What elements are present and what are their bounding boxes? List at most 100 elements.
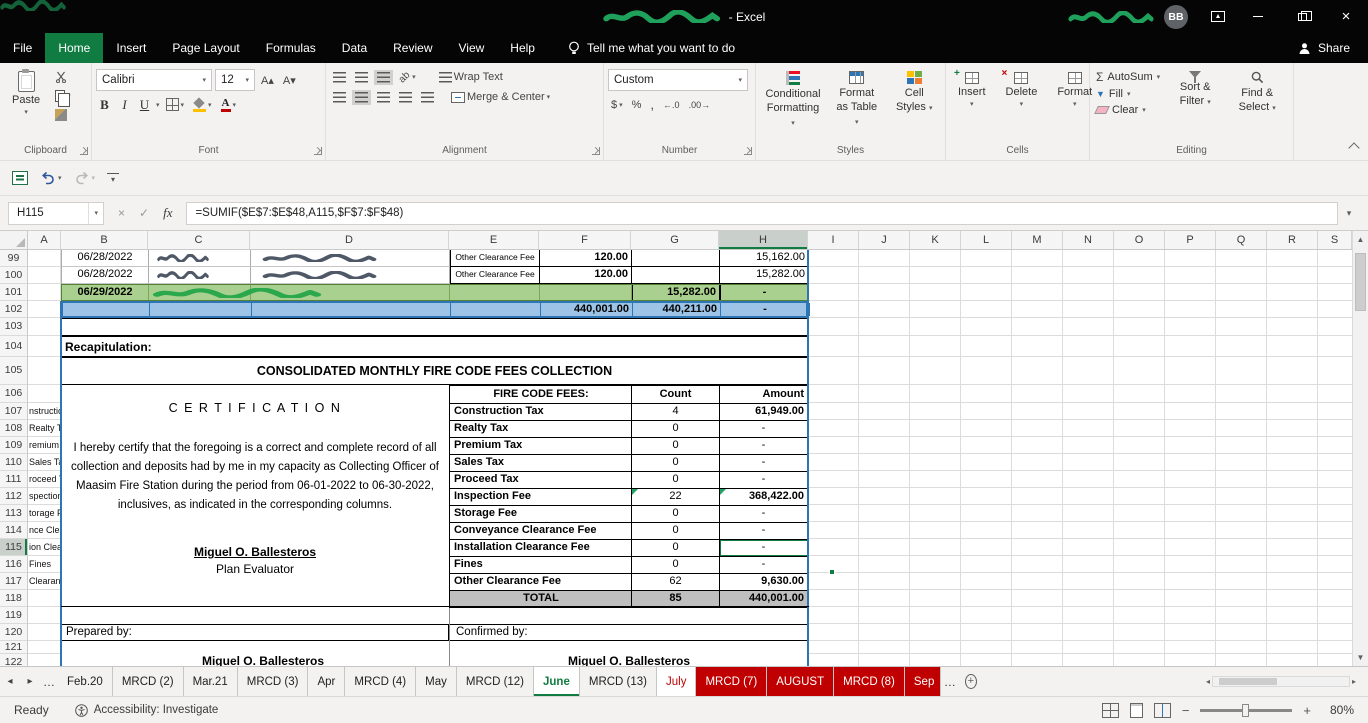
column-header-O[interactable]: O <box>1114 231 1165 249</box>
font-dialog-launcher[interactable] <box>314 147 322 155</box>
row-header-113[interactable]: 113 <box>0 505 27 522</box>
sheet-tab-mar-21[interactable]: Mar.21 <box>184 667 238 696</box>
row-header-111[interactable]: 111 <box>0 471 27 488</box>
expand-formula-bar-button[interactable]: ▾ <box>1338 208 1360 219</box>
scroll-right-arrow[interactable]: ▸ <box>1352 677 1356 686</box>
sheet-tab-mrcd-7-[interactable]: MRCD (7) <box>696 667 768 696</box>
ribbon-tab-formulas[interactable]: Formulas <box>253 33 329 63</box>
cell-styles-button[interactable]: Cell Styles ▾ <box>888 67 942 129</box>
sheet-tab-mrcd-3-[interactable]: MRCD (3) <box>238 667 309 696</box>
merge-center-button[interactable]: Merge & Center ▾ <box>448 89 553 105</box>
fee-row-count[interactable]: 0 <box>632 540 720 557</box>
row-header-108[interactable]: 108 <box>0 420 27 437</box>
cell-B100[interactable]: 06/28/2022 <box>62 267 149 284</box>
more-sheets-right-button[interactable]: … <box>941 667 959 696</box>
fee-row-count[interactable]: 4 <box>632 404 720 421</box>
fee-row-amount[interactable]: - <box>720 421 809 438</box>
cell-F99[interactable]: 120.00 <box>540 250 632 267</box>
increase-font-size-button[interactable]: A▴ <box>258 72 277 89</box>
cell-G101[interactable]: 15,282.00 <box>632 285 720 300</box>
cell-D102[interactable] <box>252 303 451 316</box>
decrease-font-size-button[interactable]: A▾ <box>280 72 299 89</box>
comma-style-button[interactable]: , <box>647 95 657 114</box>
fee-row-amount[interactable]: - <box>720 472 809 489</box>
fee-row-amount[interactable]: - <box>720 438 809 455</box>
row-header-117[interactable]: 117 <box>0 573 27 590</box>
fee-row-amount[interactable]: - <box>720 506 809 523</box>
fee-row-count[interactable]: 0 <box>632 523 720 540</box>
copy-button[interactable]: ▾ <box>52 88 74 107</box>
ribbon-tab-review[interactable]: Review <box>380 33 445 63</box>
cell-G102[interactable]: 440,211.00 <box>633 303 721 316</box>
row-header-100[interactable]: 100 <box>0 267 27 284</box>
column-header-L[interactable]: L <box>961 231 1012 249</box>
middle-align-button[interactable] <box>352 70 371 85</box>
sheet-tab-august[interactable]: AUGUST <box>767 667 835 696</box>
number-format-select[interactable]: Custom ▾ <box>608 69 748 91</box>
row-header-109[interactable]: 109 <box>0 437 27 454</box>
sheet-tab-july[interactable]: July <box>657 667 697 696</box>
underline-button[interactable]: U <box>136 97 153 113</box>
percent-style-button[interactable]: % <box>629 97 645 113</box>
zoom-slider[interactable] <box>1200 703 1293 717</box>
font-color-button[interactable]: A ▾ <box>218 95 239 114</box>
row-header-120[interactable]: 120 <box>0 624 27 641</box>
recapitulation-cell[interactable]: Recapitulation: <box>61 336 808 357</box>
confirmed-by-cell[interactable]: Confirmed by: <box>449 624 808 641</box>
ribbon-tab-help[interactable]: Help <box>497 33 548 63</box>
row-header-119[interactable]: 119 <box>0 607 27 624</box>
column-header-D[interactable]: D <box>250 231 449 249</box>
accounting-format-button[interactable]: $ ▾ <box>608 97 626 113</box>
new-sheet-button[interactable]: + <box>959 667 983 696</box>
fee-row-count[interactable]: 0 <box>632 438 720 455</box>
decrease-indent-button[interactable] <box>396 90 415 105</box>
share-button[interactable]: Share <box>1298 41 1350 55</box>
row-header-103[interactable]: 103 <box>0 318 27 336</box>
column-header-K[interactable]: K <box>910 231 961 249</box>
row-header-114[interactable]: 114 <box>0 522 27 539</box>
fee-row-count[interactable]: 0 <box>632 557 720 574</box>
vertical-scroll-thumb[interactable] <box>1355 253 1366 311</box>
row-header-112[interactable]: 112 <box>0 488 27 505</box>
fill-handle[interactable] <box>829 569 835 575</box>
column-header-J[interactable]: J <box>859 231 910 249</box>
column-header-B[interactable]: B <box>61 231 148 249</box>
delete-cells-button[interactable]: × Delete ▾ <box>998 67 1046 109</box>
top-align-button[interactable] <box>330 70 349 85</box>
fee-row-count[interactable]: 0 <box>632 455 720 472</box>
horizontal-scrollbar[interactable]: ◂ ▸ <box>1206 667 1356 696</box>
ribbon-display-options-button[interactable] <box>1200 0 1236 33</box>
align-center-button[interactable] <box>352 89 371 105</box>
fee-row-amount[interactable]: 9,630.00 <box>720 574 809 591</box>
orientation-button[interactable]: ab ▾ <box>396 69 419 85</box>
cell-C102[interactable] <box>150 303 252 316</box>
insert-function-button[interactable]: fx <box>163 205 172 221</box>
row-header-101[interactable]: 101 <box>0 284 27 301</box>
sheet-tab-sep[interactable]: Sep <box>904 667 941 696</box>
clipboard-dialog-launcher[interactable] <box>80 147 88 155</box>
collapse-ribbon-button[interactable] <box>1348 142 1360 154</box>
fee-row-name[interactable]: Conveyance Clearance Fee <box>450 523 632 540</box>
italic-button[interactable]: I <box>116 97 133 113</box>
format-as-table-button[interactable]: Format as Table ▾ <box>830 67 884 129</box>
cell-G99[interactable] <box>632 250 720 267</box>
more-sheets-left-button[interactable]: … <box>40 667 58 696</box>
column-header-M[interactable]: M <box>1012 231 1063 249</box>
borders-button[interactable]: ▾ <box>163 96 188 113</box>
name-box[interactable]: H115 ▾ <box>8 201 104 225</box>
cell-H102[interactable]: - <box>721 303 810 316</box>
column-header-R[interactable]: R <box>1267 231 1318 249</box>
cell-B99[interactable]: 06/28/2022 <box>62 250 149 267</box>
align-right-button[interactable] <box>374 90 393 105</box>
scroll-left-arrow[interactable]: ◂ <box>1206 677 1210 686</box>
fee-row-amount[interactable]: - <box>720 523 809 540</box>
row-header-106[interactable]: 106 <box>0 385 27 403</box>
cell-F100[interactable]: 120.00 <box>540 267 632 284</box>
undo-button[interactable]: ▾ <box>40 171 62 185</box>
column-header-H[interactable]: H <box>719 231 808 249</box>
sheet-tab-mrcd-12-[interactable]: MRCD (12) <box>457 667 535 696</box>
page-break-preview-button[interactable] <box>1153 702 1171 718</box>
fee-row-name[interactable]: Realty Tax <box>450 421 632 438</box>
fee-row-name[interactable]: Premium Tax <box>450 438 632 455</box>
fee-row-name[interactable]: Sales Tax <box>450 455 632 472</box>
